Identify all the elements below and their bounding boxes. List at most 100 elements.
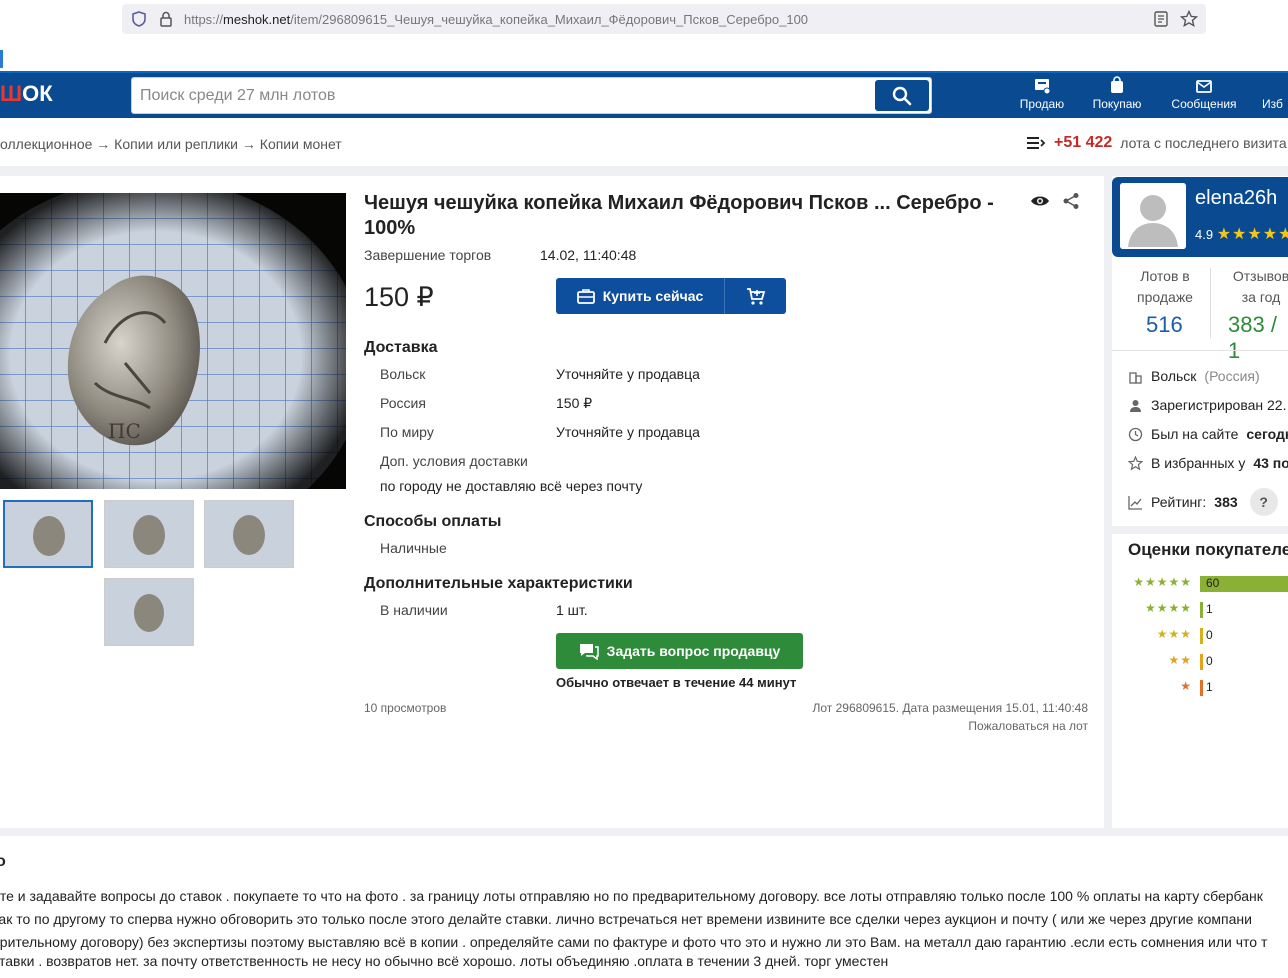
add-to-cart-icon [747,288,766,305]
nav-buy[interactable]: Покупаю [1088,75,1146,111]
browser-toolbar: https://meshok.net/item/296809615_Чешуя_… [0,0,1288,40]
lot-main-photo[interactable]: ПС [0,193,346,489]
reviews-value[interactable]: 383 / 1 [1228,312,1288,364]
rating-stars: ★★★★★ [1216,226,1288,243]
shopping-bag-icon [1111,76,1123,93]
search-input[interactable] [140,85,860,107]
extra-delivery-value: по городу не доставляю всё через почту [380,478,643,494]
rating-row[interactable]: ★ 1 [1112,679,1288,697]
payment-heading: Способы оплаты [364,513,502,530]
reply-time: Обычно отвечает в течение 44 минут [556,675,797,690]
nav-messages[interactable]: Сообщения [1166,75,1242,111]
stock-value: 1 шт. [556,602,588,618]
bookmark-star-icon[interactable] [1180,10,1198,28]
rating-row[interactable]: ★★★ 0 [1112,627,1288,645]
report-lot-link[interactable]: Пожаловаться на лот [968,719,1088,733]
end-date-label: Завершение торгов [364,247,492,263]
rating-stars: ★ [1180,679,1192,693]
nav-sell-label: Продаю [1019,97,1065,111]
rating-bar [1200,602,1203,618]
buy-now-button[interactable]: Купить сейчас [556,278,725,314]
description-line: как то по другому то сперва нужно обгово… [0,911,1252,927]
seller-last-seen: Был на сайте сегодн [1128,426,1288,442]
buy-now-button-group: Купить сейчас [556,278,786,314]
nav-sell[interactable]: Продаю [1014,75,1070,111]
mail-icon [1196,80,1212,93]
lots-label: Лотов в продаже [1137,268,1193,305]
ask-seller-button[interactable]: Задать вопрос продавцу [556,633,803,669]
lot-info: Лот 296809615. Дата размещения 15.01, 11… [812,701,1088,715]
rating-count: 0 [1206,654,1213,668]
delivery-label: Вольск [380,366,426,382]
rating-row[interactable]: ★★★★ 1 [1112,601,1288,619]
briefcase-icon [576,289,595,304]
rating-stars: ★★★★ [1144,601,1192,615]
seller-score: Рейтинг: 383 ? [1128,488,1278,516]
rating-row[interactable]: ★★★★★ 60 [1112,575,1288,593]
seller-location: Вольск (Россия) [1128,368,1260,384]
payment-method: Наличные [380,540,447,556]
avatar[interactable] [1120,183,1186,249]
favorites-label: В избранных у [1151,455,1246,471]
rating-row[interactable]: ★★ 0 [1112,653,1288,671]
buy-now-label: Купить сейчас [602,288,704,304]
share-icon[interactable] [1062,192,1080,210]
seller-header: elena26h 4.9 ★★★★★ [1112,177,1288,257]
address-bar[interactable]: https://meshok.net/item/296809615_Чешуя_… [122,4,1206,34]
score-label: Рейтинг: [1151,494,1207,510]
user-icon [1130,399,1141,412]
nav-messages-label: Сообщения [1171,97,1237,111]
lot-title: Чешуя чешуйка копейка Михаил Фёдорович П… [364,192,994,239]
divider [1210,268,1211,338]
reviews-label: Отзывов за год [1232,268,1288,305]
photo-thumbnail[interactable] [204,500,294,568]
add-to-cart-button[interactable] [726,278,786,314]
breadcrumb[interactable]: оллекционное → Копии или реплики → Копии… [0,136,342,152]
reader-view-icon[interactable] [1154,11,1168,27]
delivery-label: Россия [380,395,426,411]
photo-thumbnail[interactable] [3,500,93,568]
lots-value[interactable]: 516 [1146,312,1183,338]
favorites-icon [1262,75,1288,97]
user-placeholder-icon [1120,183,1186,249]
views-count: 10 просмотров [364,701,447,715]
rating-count: 0 [1206,628,1213,642]
nav-favorites[interactable]: Изб [1262,75,1288,111]
new-lots-count: +51 422 [1054,134,1113,151]
lock-icon [160,11,172,27]
rating-stars: ★★★ [1156,627,1192,641]
new-lots-indicator[interactable]: +51 422 лота с последнего визита [1026,134,1287,152]
divider [1112,350,1288,351]
seller-name[interactable]: elena26h [1195,187,1277,210]
rating-bar [1200,680,1203,696]
svg-text:ПС: ПС [108,419,141,443]
site-logo[interactable]: ШОК [0,81,53,107]
page-edge-marker [0,50,3,68]
delivery-label: По миру [380,424,434,440]
photo-thumbnail[interactable] [104,500,194,568]
delivery-value: Уточняйте у продавца [556,366,700,382]
last-seen-label: Был на сайте [1151,426,1239,442]
description-line: арительному договору) без экспертизы поэ… [0,934,1268,950]
rating-bar [1200,628,1203,644]
help-button[interactable]: ? [1249,488,1278,516]
delivery-heading: Доставка [364,339,438,356]
building-icon [1129,371,1142,384]
lot-price: 150 ₽ [364,282,434,312]
search-button[interactable] [875,80,929,111]
score-value: 383 [1214,494,1238,510]
list-icon [1027,137,1046,149]
seller-country: (Россия) [1204,368,1260,384]
photo-thumbnail[interactable] [104,578,194,646]
seller-registered: Зарегистрирован 22. [1128,397,1286,413]
nav-buy-label: Покупаю [1092,97,1142,111]
stock-label: В наличии [380,602,448,618]
seller-favorites: В избранных у 43 пол [1128,455,1288,471]
url-text: https://meshok.net/item/296809615_Чешуя_… [184,12,809,27]
description-heading: о [0,853,6,870]
chart-line-icon [1128,495,1142,510]
delivery-value: 150 ₽ [556,395,593,411]
rating-bar [1200,654,1203,670]
site-header: ШОК Продаю Покупаю Сообщения Изб [0,71,1288,118]
eye-icon[interactable] [1030,194,1050,208]
